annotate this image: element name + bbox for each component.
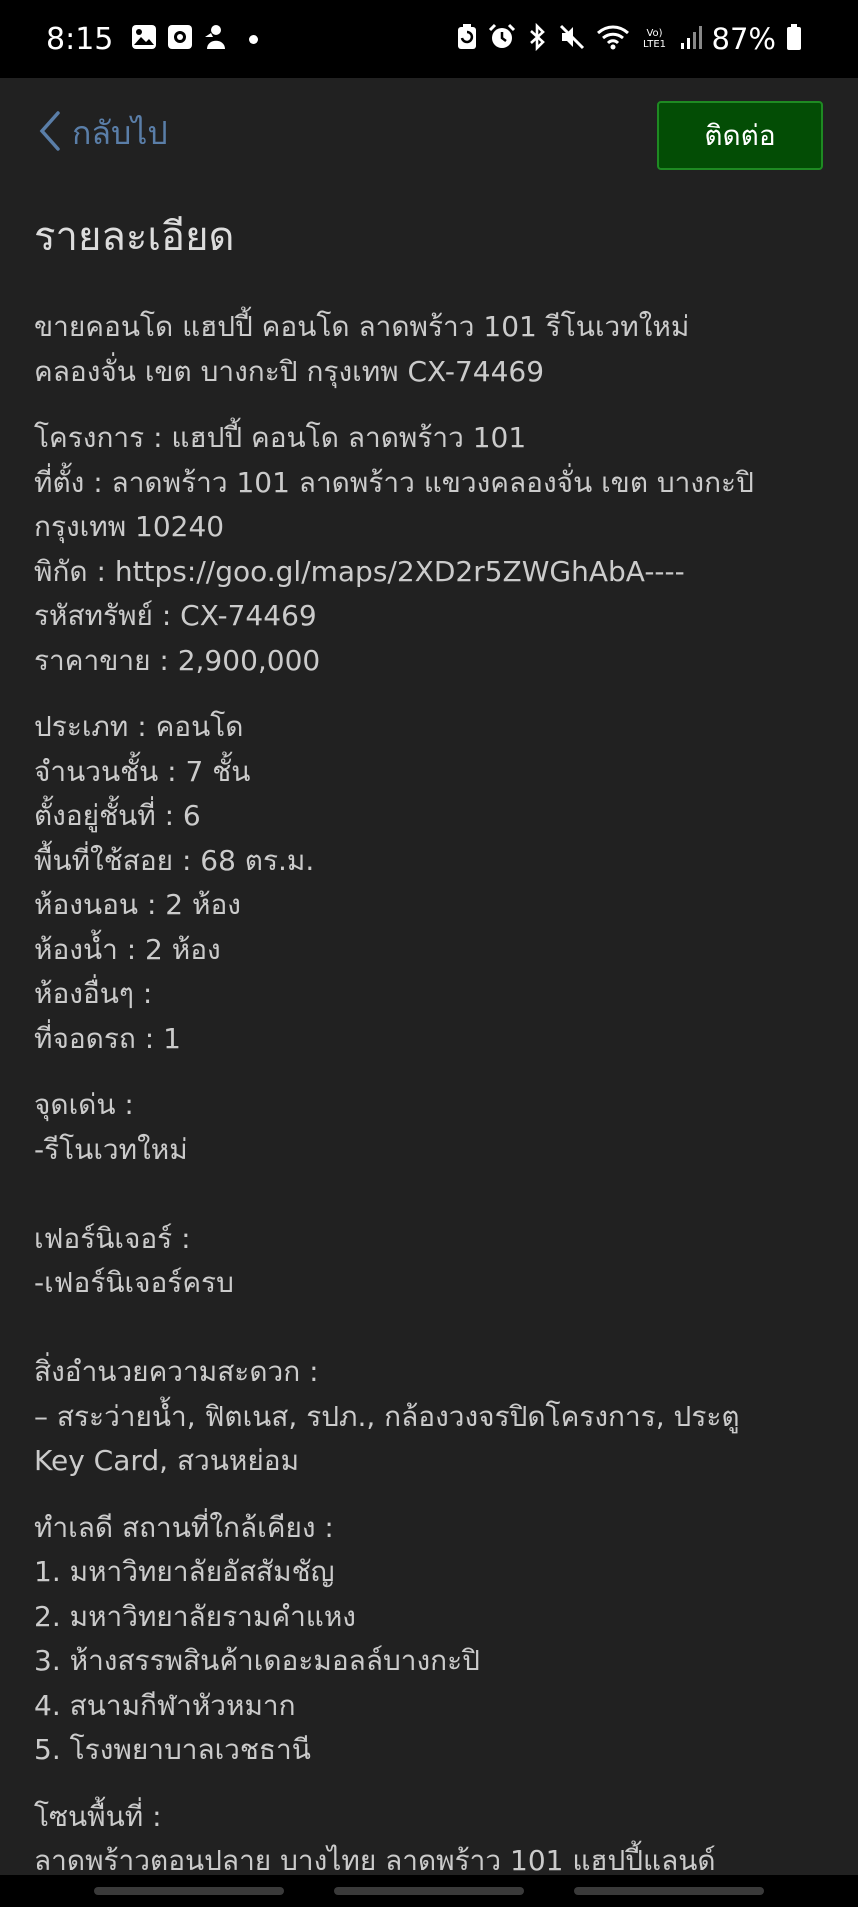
- text-line: ประเภท : คอนโด: [34, 710, 244, 743]
- text-line: ห้องอื่นๆ :: [34, 977, 153, 1010]
- media-icon: [167, 24, 193, 54]
- text-line: คลองจั่น เขต บางกะปิ กรุงเทพ CX-74469: [34, 354, 545, 388]
- text-line: โครงการ : แฮปปี้ คอนโด ลาดพร้าว 101: [34, 421, 527, 454]
- list-item: 5. โรงพยาบาลเวชธานี: [34, 1733, 311, 1766]
- text-line: ราคาขาย : 2,900,000: [34, 643, 321, 677]
- text-line: ตั้งอยู่ชั้นที่ : 6: [34, 799, 201, 832]
- property-highlights: จุดเด่น : -รีโนเวทใหม่ เฟอร์นิเจอร์ : -เ…: [34, 1083, 834, 1484]
- toolbar: กลับไป ติดต่อ: [0, 78, 858, 188]
- contact-button[interactable]: ติดต่อ: [657, 101, 823, 170]
- text-line: สิ่งอำนวยความสะดวก :: [34, 1355, 319, 1388]
- back-button[interactable]: กลับไป: [38, 108, 168, 158]
- status-bar: 8:15 Vo) LTE1 87%: [0, 0, 858, 78]
- text-line: เฟอร์นิเจอร์ :: [34, 1221, 191, 1255]
- text-line: ขายคอนโด แฮปปี้ คอนโด ลาดพร้าว 101 รีโนเ…: [34, 310, 690, 343]
- text-line: – สระว่ายน้ำ, ฟิตเนส, รปภ., กล้องวงจรปิด…: [34, 1399, 740, 1433]
- listing-headline: ขายคอนโด แฮปปี้ คอนโด ลาดพร้าว 101 รีโนเ…: [34, 305, 834, 394]
- chevron-left-icon: [38, 110, 62, 156]
- text-line: ที่ตั้ง : ลาดพร้าว 101 ลาดพร้าว แขวงคลอง…: [34, 465, 754, 499]
- text-line: จำนวนชั้น : 7 ชั้น: [34, 754, 251, 788]
- detail-content: รายละเอียด ขายคอนโด แฮปปี้ คอนโด ลาดพร้า…: [34, 205, 834, 1906]
- gallery-icon: [131, 24, 157, 54]
- bluetooth-icon: [526, 22, 548, 55]
- text-line: -รีโนเวทใหม่: [34, 1132, 188, 1166]
- text-line: โซนพื้นที่ :: [34, 1799, 162, 1833]
- list-item: 3. ห้างสรรพสินค้าเดอะมอลล์บางกะปิ: [34, 1644, 480, 1677]
- text-line: รหัสทรัพย์ : CX-74469: [34, 599, 317, 632]
- navigation-bar: [0, 1875, 858, 1907]
- battery-saver-icon: [456, 23, 478, 55]
- home-button[interactable]: [334, 1887, 524, 1895]
- back-nav-button[interactable]: [574, 1887, 764, 1895]
- text-line: ห้องนอน : 2 ห้อง: [34, 888, 241, 921]
- text-line: ที่จอดรถ : 1: [34, 1021, 181, 1055]
- back-label: กลับไป: [72, 113, 168, 152]
- text-line: -เฟอร์นิเจอร์ครบ: [34, 1266, 234, 1299]
- wifi-icon: [596, 23, 630, 55]
- dot-icon: [249, 34, 259, 44]
- text-line: พื้นที่ใช้สอย : 68 ตร.ม.: [34, 843, 315, 877]
- text-line: ทำเลดี สถานที่ใกล้เคียง :: [34, 1510, 334, 1544]
- page-title: รายละเอียด: [34, 214, 235, 260]
- text-line: จุดเด่น :: [34, 1088, 134, 1121]
- map-link: พิกัด : https://goo.gl/maps/2XD2r5ZWGhAb…: [34, 554, 685, 588]
- text-line: ห้องน้ำ : 2 ห้อง: [34, 932, 221, 966]
- zone-info: โซนพื้นที่ : ลาดพร้าวตอนปลาย บางไทย ลาดพ…: [34, 1795, 834, 1884]
- property-info: โครงการ : แฮปปี้ คอนโด ลาดพร้าว 101 ที่ต…: [34, 416, 834, 683]
- alarm-icon: [488, 23, 516, 55]
- recents-button[interactable]: [94, 1887, 284, 1895]
- text-line: Key Card, สวนหย่อม: [34, 1444, 300, 1477]
- signal-icon: [680, 24, 704, 54]
- app-icon: [203, 23, 229, 55]
- battery-icon: [786, 23, 802, 55]
- battery-percent: 87%: [711, 22, 776, 56]
- status-time: 8:15: [46, 21, 114, 57]
- volte-icon: Vo) LTE1: [643, 28, 667, 50]
- list-item: 4. สนามกีฬาหัวหมาก: [34, 1688, 296, 1722]
- property-specs: ประเภท : คอนโด จำนวนชั้น : 7 ชั้น ตั้งอย…: [34, 705, 834, 1061]
- text-line: กรุงเทพ 10240: [34, 510, 225, 543]
- nearby-places: ทำเลดี สถานที่ใกล้เคียง : 1. มหาวิทยาลัย…: [34, 1506, 834, 1773]
- list-item: 2. มหาวิทยาลัยรามคำแหง: [34, 1599, 356, 1633]
- list-item: 1. มหาวิทยาลัยอัสสัมชัญ: [34, 1555, 335, 1588]
- mute-icon: [558, 23, 586, 55]
